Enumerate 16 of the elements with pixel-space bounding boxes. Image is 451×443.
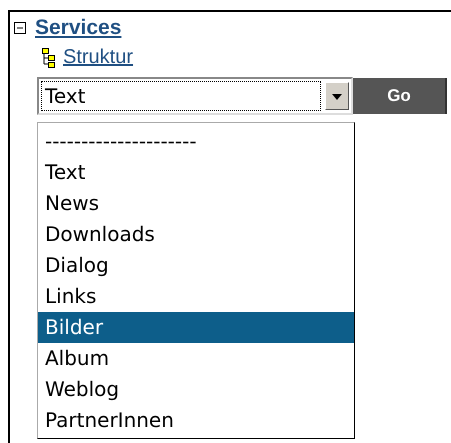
dropdown-option[interactable]: Text — [38, 157, 354, 188]
dropdown-option[interactable]: PartnerInnen — [38, 405, 354, 436]
dropdown-option[interactable]: Links — [38, 281, 354, 312]
dropdown-option[interactable]: Dialog — [38, 250, 354, 281]
dropdown-option[interactable]: Album — [38, 343, 354, 374]
tree-link[interactable]: Services — [35, 16, 122, 40]
select-field[interactable]: Text — [37, 77, 353, 115]
dropdown-option[interactable]: Weblog — [38, 374, 354, 405]
collapse-icon[interactable] — [14, 22, 26, 34]
dropdown-option[interactable]: Downloads — [38, 219, 354, 250]
go-button[interactable]: Go — [353, 78, 447, 114]
dropdown-option[interactable]: News — [38, 188, 354, 219]
tree-structure-icon — [42, 48, 55, 68]
tree-link[interactable]: Struktur — [63, 46, 134, 69]
dropdown-option[interactable]: --------------------- — [38, 126, 354, 157]
dropdown-option[interactable]: Bilder — [38, 312, 354, 343]
